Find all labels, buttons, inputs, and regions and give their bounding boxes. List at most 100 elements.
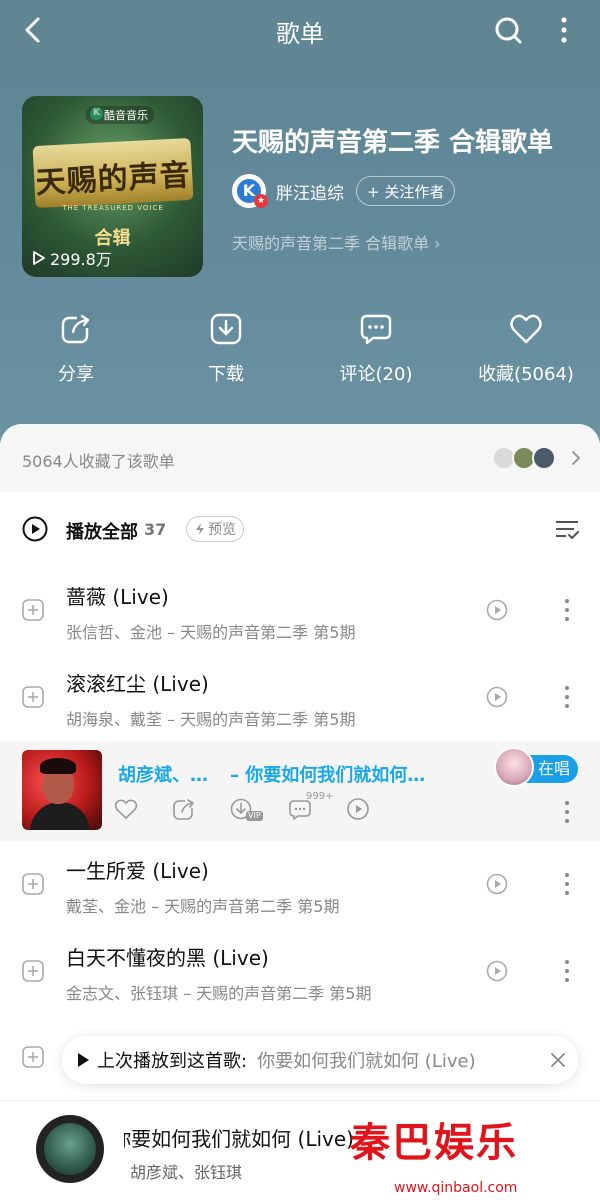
add-square-icon[interactable] bbox=[22, 960, 44, 982]
player-album-inner bbox=[44, 1123, 96, 1175]
favorite-button[interactable]: 收藏(5064) bbox=[456, 312, 596, 392]
more-vertical-icon[interactable] bbox=[550, 14, 578, 46]
preview-button[interactable]: 预览 bbox=[186, 516, 244, 542]
player-song-title: 你要如何我们就如何 (Live) bbox=[124, 1127, 354, 1151]
download-icon bbox=[210, 313, 242, 345]
video-play-icon[interactable] bbox=[486, 686, 508, 708]
heart-icon bbox=[510, 314, 542, 344]
now-playing-artists: 胡彦斌、… bbox=[118, 765, 208, 786]
add-square-icon[interactable] bbox=[22, 873, 44, 895]
video-play-icon[interactable] bbox=[486, 599, 508, 621]
share-button[interactable]: 分享 bbox=[6, 312, 146, 392]
song-title: 白天不懂夜的黑 (Live) bbox=[66, 946, 269, 970]
singer-avatar bbox=[494, 747, 534, 787]
list-item[interactable]: 滚滚红尘 (Live) 胡海泉、戴荃 – 天赐的声音第二季 第5期 bbox=[0, 654, 600, 742]
playlist-title: 天赐的声音第二季 合辑歌单 bbox=[232, 128, 554, 158]
now-playing-thumbnail bbox=[22, 750, 102, 830]
collector-avatars bbox=[492, 446, 556, 470]
list-item[interactable]: 白天不懂夜的黑 (Live) 金志文、张钰琪 – 天赐的声音第二季 第5期 bbox=[0, 928, 600, 1016]
watermark-url: www.qinbaol.com bbox=[394, 1180, 518, 1196]
play-outline-icon bbox=[33, 251, 45, 265]
thumbnail-hair bbox=[40, 758, 76, 774]
song-subtitle: 金志文、张钰琪 – 天赐的声音第二季 第5期 bbox=[66, 984, 372, 1003]
player-album-art bbox=[36, 1115, 104, 1183]
download-vip-button[interactable]: VIP bbox=[230, 797, 263, 821]
watermark-text: 秦巴娱乐 bbox=[350, 1120, 518, 1166]
list-item[interactable]: 一生所爱 (Live) 戴荃、金池 – 天赐的声音第二季 第5期 bbox=[0, 841, 600, 929]
share-icon bbox=[61, 312, 93, 344]
download-label: 下载 bbox=[208, 364, 244, 385]
play-all-row: 播放全部 37 预览 bbox=[0, 508, 600, 552]
favorite-label: 收藏(5064) bbox=[478, 364, 574, 385]
playlist-cover[interactable]: K 酷音音乐 天赐的声音 THE TREASURED VOICE 合辑 299.… bbox=[22, 96, 203, 277]
play-circle-icon[interactable] bbox=[22, 516, 48, 542]
share-icon[interactable] bbox=[172, 797, 196, 821]
comment-icon bbox=[360, 314, 392, 345]
video-play-icon[interactable] bbox=[486, 960, 508, 982]
list-item[interactable]: 蔷薇 (Live) 张信哲、金池 – 天赐的声音第二季 第5期 bbox=[0, 567, 600, 655]
cover-brand: 酷音音乐 bbox=[86, 106, 154, 124]
search-icon[interactable] bbox=[492, 14, 524, 46]
play-count-value: 299.8万 bbox=[50, 250, 112, 269]
song-count: 37 bbox=[144, 520, 167, 539]
lightning-icon bbox=[196, 523, 204, 535]
comment-button[interactable]: 评论(20) bbox=[306, 312, 446, 392]
song-title: 蔷薇 (Live) bbox=[66, 585, 169, 609]
song-title: 滚滚红尘 (Live) bbox=[66, 672, 209, 696]
comment-count-button[interactable]: 999+ bbox=[288, 791, 333, 821]
close-icon[interactable] bbox=[550, 1052, 566, 1068]
resume-label: 上次播放到这首歌: bbox=[97, 1051, 248, 1072]
now-playing-song: 你要如何我们就如何… bbox=[245, 765, 426, 786]
action-bar: 分享 下载 评论(20) 收藏(5064) bbox=[0, 312, 600, 392]
heart-icon[interactable] bbox=[114, 797, 138, 821]
video-play-icon[interactable] bbox=[486, 873, 508, 895]
chevron-right-icon bbox=[572, 451, 580, 465]
thumbnail-figure bbox=[30, 802, 90, 830]
back-arrow-icon[interactable] bbox=[18, 14, 50, 46]
cover-logo-text: 天赐的声音 bbox=[34, 157, 192, 202]
collectors-text: 5064人收藏了该歌单 bbox=[22, 452, 175, 471]
play-all-button[interactable]: 播放全部 bbox=[66, 518, 138, 544]
follow-author-button[interactable]: + 关注作者 bbox=[356, 176, 456, 206]
more-vertical-icon[interactable] bbox=[562, 958, 572, 984]
collectors-bar[interactable]: 5064人收藏了该歌单 bbox=[0, 424, 600, 492]
now-playing-separator: – bbox=[230, 765, 239, 786]
player-artists: 胡彦斌、张钰琪 bbox=[130, 1163, 243, 1182]
song-list-sheet: 5064人收藏了该歌单 播放全部 37 预览 蔷薇 (Live) 张信哲、金池 … bbox=[0, 424, 600, 1200]
cover-logo-subtitle: THE TREASURED VOICE bbox=[62, 204, 164, 212]
resume-song: 你要如何我们就如何 (Live) bbox=[257, 1051, 476, 1072]
play-count: 299.8万 bbox=[32, 246, 112, 270]
now-playing-row[interactable]: 胡彦斌、… – 你要如何我们就如何… 在唱 VIP 999+ bbox=[0, 741, 600, 841]
add-square-icon[interactable] bbox=[22, 599, 44, 621]
more-vertical-icon[interactable] bbox=[562, 597, 572, 623]
manage-list-icon[interactable] bbox=[554, 518, 580, 542]
avatar bbox=[532, 446, 556, 470]
playlist-description[interactable]: 天赐的声音第二季 合辑歌单 › bbox=[232, 230, 441, 254]
preview-label: 预览 bbox=[208, 522, 236, 538]
play-triangle-icon bbox=[78, 1053, 89, 1067]
now-playing-actions: VIP 999+ bbox=[114, 791, 404, 827]
add-square-icon[interactable] bbox=[22, 686, 44, 708]
song-subtitle: 胡海泉、戴荃 – 天赐的声音第二季 第5期 bbox=[66, 710, 356, 729]
song-subtitle: 张信哲、金池 – 天赐的声音第二季 第5期 bbox=[66, 623, 356, 642]
author-name[interactable]: 胖汪追综 bbox=[276, 179, 344, 204]
comment-label: 评论(20) bbox=[339, 364, 413, 385]
vip-badge: VIP bbox=[246, 811, 263, 821]
author-row: K ★ 胖汪追综 + 关注作者 bbox=[232, 174, 456, 208]
more-vertical-icon[interactable] bbox=[562, 799, 572, 825]
watermark: 秦巴娱乐 www.qinbaol.com bbox=[346, 1108, 596, 1198]
video-play-icon[interactable] bbox=[346, 797, 370, 821]
author-avatar[interactable]: K ★ bbox=[232, 174, 268, 208]
resume-playback-tip[interactable]: 上次播放到这首歌: 你要如何我们就如何 (Live) bbox=[62, 1036, 578, 1084]
share-label: 分享 bbox=[58, 364, 94, 385]
now-playing-title: 胡彦斌、… – 你要如何我们就如何… bbox=[118, 761, 425, 787]
more-vertical-icon[interactable] bbox=[562, 871, 572, 897]
comment-count: 999+ bbox=[306, 791, 334, 802]
top-bar: 歌单 bbox=[0, 0, 600, 60]
more-vertical-icon[interactable] bbox=[562, 684, 572, 710]
verified-star-icon: ★ bbox=[254, 194, 268, 208]
download-button[interactable]: 下载 bbox=[156, 312, 296, 392]
song-subtitle: 戴荃、金池 – 天赐的声音第二季 第5期 bbox=[66, 897, 340, 916]
add-square-icon[interactable] bbox=[22, 1046, 44, 1068]
song-title: 一生所爱 (Live) bbox=[66, 859, 209, 883]
